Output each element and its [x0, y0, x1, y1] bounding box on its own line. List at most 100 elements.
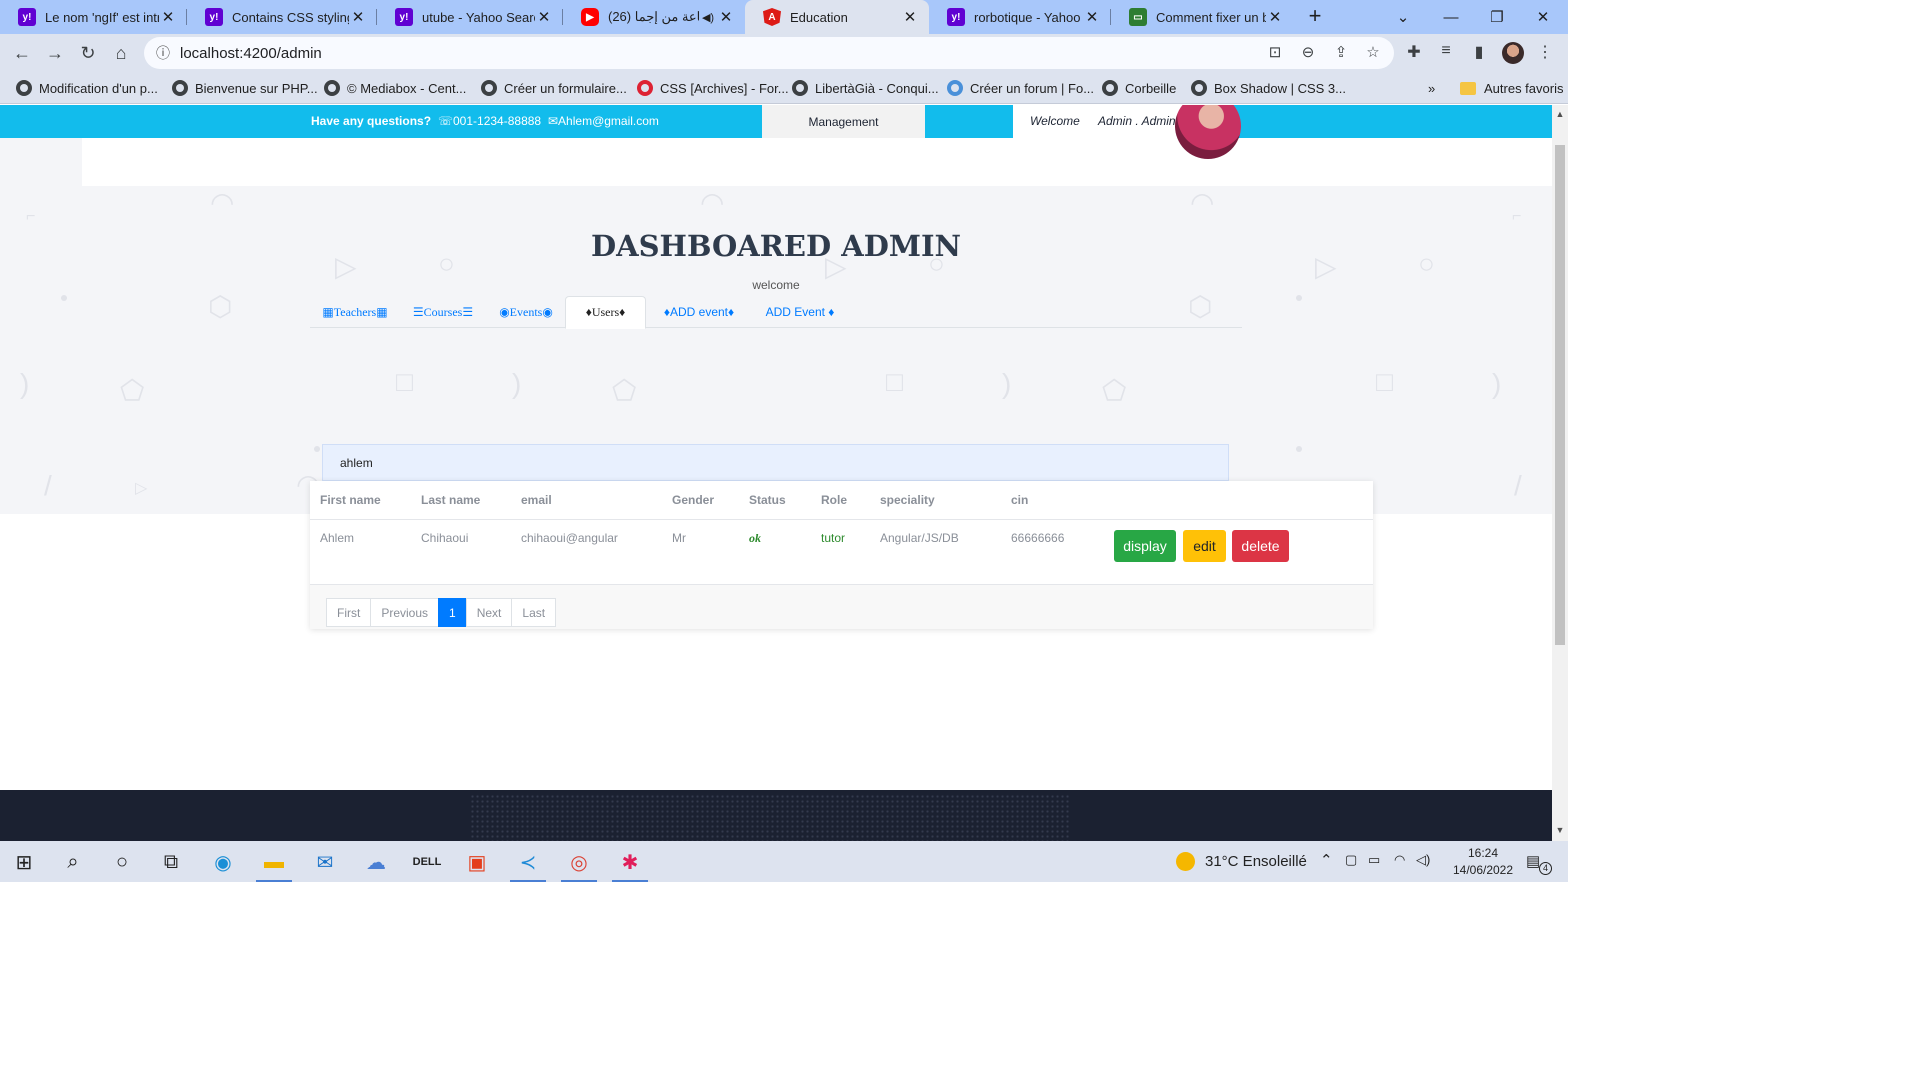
chrome-icon[interactable]: ◎ — [561, 847, 597, 882]
bookmark-item[interactable]: Bienvenue sur PHP... — [172, 78, 318, 98]
tray-chevron-icon[interactable]: ⌃ — [1320, 851, 1333, 869]
close-window-button[interactable]: ✕ — [1520, 0, 1566, 34]
top-info-bar: Have any questions? ☏001-1234-88888 ✉Ahl… — [0, 105, 1552, 159]
page-scrollbar[interactable]: ▲ ▼ — [1552, 105, 1568, 841]
onedrive-icon[interactable]: ☁ — [358, 847, 394, 877]
browser-tab-active[interactable]: A Education ✕ — [745, 0, 929, 34]
meet-now-icon[interactable]: ▢ — [1345, 852, 1357, 868]
task-view-icon[interactable]: ⧉ — [153, 847, 189, 877]
site-info-icon[interactable]: ⓘ — [146, 43, 180, 63]
dell-icon[interactable]: DELL — [409, 847, 445, 877]
tab-search-icon[interactable]: ⌄ — [1380, 0, 1426, 34]
browser-tab[interactable]: y! utube - Yahoo Search ✕ — [377, 0, 563, 34]
cell-last-name: Chihaoui — [421, 531, 469, 545]
triangle-decoration: ▷ — [135, 480, 148, 497]
close-tab-icon[interactable]: ✕ — [535, 8, 553, 26]
scroll-thumb[interactable] — [1555, 145, 1565, 645]
scroll-up-icon[interactable]: ▲ — [1552, 109, 1568, 123]
bookmark-item[interactable]: LibertàGià - Conqui... — [792, 78, 939, 98]
maximize-button[interactable]: ❐ — [1474, 0, 1520, 34]
translate-icon[interactable]: ⊡ — [1264, 43, 1286, 63]
slack-icon[interactable]: ✱ — [612, 847, 648, 882]
vscode-icon[interactable]: ≺ — [510, 847, 546, 882]
url-text[interactable]: localhost:4200/admin — [180, 45, 322, 62]
menu-icon[interactable]: ⋮ — [1533, 42, 1557, 64]
back-icon[interactable]: ← — [8, 39, 36, 67]
bookmark-item[interactable]: Box Shadow | CSS 3... — [1191, 78, 1346, 98]
welcome-label: Welcome — [1030, 114, 1080, 128]
page-last-button[interactable]: Last — [511, 598, 557, 627]
browser-tab[interactable]: y! Le nom 'ngIf' est intro ✕ — [0, 0, 187, 34]
close-tab-icon[interactable]: ✕ — [901, 8, 919, 26]
tab-users[interactable]: ♦Users♦ — [565, 296, 646, 329]
page-current-button[interactable]: 1 — [438, 598, 467, 627]
windows-start-icon[interactable]: ⊞ — [6, 847, 42, 877]
share-icon[interactable]: ⇪ — [1330, 43, 1352, 63]
bookmark-item[interactable]: Créer un formulaire... — [481, 78, 627, 98]
office-icon[interactable]: ▣ — [459, 847, 495, 877]
management-link[interactable]: Management — [762, 105, 925, 138]
extensions-icon[interactable]: ✚ — [1402, 42, 1426, 64]
dot-decoration — [61, 295, 67, 301]
close-tab-icon[interactable]: ✕ — [159, 8, 177, 26]
page-previous-button[interactable]: Previous — [370, 598, 440, 627]
bookmark-item[interactable]: Corbeille — [1102, 78, 1176, 98]
battery-icon[interactable]: ▭ — [1368, 852, 1380, 868]
wifi-icon[interactable]: ◠ — [1394, 852, 1405, 868]
scroll-down-icon[interactable]: ▼ — [1552, 825, 1568, 839]
page-next-button[interactable]: Next — [465, 598, 513, 627]
tab-events[interactable]: ◉Events◉ — [498, 296, 554, 328]
volume-icon[interactable]: ◁) — [1416, 852, 1430, 868]
header-strip — [82, 138, 1552, 186]
close-tab-icon[interactable]: ✕ — [349, 8, 367, 26]
close-tab-icon[interactable]: ✕ — [1083, 8, 1101, 26]
cell-gender: Mr — [672, 531, 686, 545]
file-explorer-icon[interactable]: ▬ — [256, 847, 292, 882]
bookmark-item[interactable]: Modification d'un p... — [16, 78, 158, 98]
close-tab-icon[interactable]: ✕ — [717, 8, 735, 26]
browser-tab[interactable]: y! rorbotique - Yahoo Se ✕ — [929, 0, 1111, 34]
cell-first-name: Ahlem — [320, 531, 355, 545]
other-bookmarks-folder[interactable]: Autres favoris — [1460, 78, 1563, 98]
browser-tab[interactable]: ▭ Comment fixer un bloc ✕ — [1111, 0, 1294, 34]
close-tab-icon[interactable]: ✕ — [1266, 8, 1284, 26]
bookmark-star-icon[interactable]: ☆ — [1362, 43, 1384, 63]
minimize-button[interactable]: — — [1428, 0, 1474, 34]
delete-button[interactable]: delete — [1232, 530, 1289, 562]
tab-add-event[interactable]: ♦ADD event♦ — [658, 296, 740, 328]
email-link[interactable]: ✉Ahlem@gmail.com — [548, 114, 659, 128]
search-input[interactable]: ahlem — [322, 444, 1229, 481]
home-icon[interactable]: ⌂ — [107, 39, 135, 67]
bookmark-item[interactable]: Créer un forum | Fo... — [947, 78, 1094, 98]
display-button[interactable]: display — [1114, 530, 1176, 562]
forward-icon[interactable]: → — [41, 39, 69, 67]
page-first-button[interactable]: First — [326, 598, 372, 627]
speaker-icon[interactable]: ◀) — [699, 11, 717, 24]
reload-icon[interactable]: ↻ — [74, 39, 102, 67]
reading-list-icon[interactable]: ≡ — [1434, 42, 1458, 64]
side-panel-icon[interactable]: ▮ — [1467, 42, 1491, 64]
edge-icon[interactable]: ◉ — [205, 847, 241, 877]
weather-text[interactable]: 31°C Ensoleillé — [1205, 853, 1307, 870]
bookmark-item[interactable]: © Mediabox - Cent... — [324, 78, 466, 98]
mail-icon[interactable]: ✉ — [307, 847, 343, 877]
phone-link[interactable]: ☏001-1234-88888 — [438, 114, 541, 128]
new-tab-button[interactable]: + — [1302, 4, 1328, 30]
browser-tab[interactable]: y! Contains CSS styling c ✕ — [187, 0, 377, 34]
more-bookmarks-button[interactable]: » — [1428, 78, 1435, 98]
address-bar[interactable]: ⓘ localhost:4200/admin ⊡ ⊖ ⇪ ☆ — [144, 37, 1394, 69]
profile-avatar[interactable] — [1502, 42, 1524, 64]
tab-teachers[interactable]: ▦Teachers▦ — [322, 296, 388, 328]
edit-button[interactable]: edit — [1183, 530, 1226, 562]
system-clock[interactable]: 16:24 14/06/2022 — [1440, 845, 1526, 879]
bracket-decoration: ) — [1492, 368, 1502, 399]
search-icon[interactable]: ⌕ — [55, 847, 91, 877]
zoom-icon[interactable]: ⊖ — [1297, 43, 1319, 63]
bookmark-item[interactable]: CSS [Archives] - For... — [637, 78, 789, 98]
tab-add-event-2[interactable]: ADD Event ♦ — [764, 296, 836, 328]
tab-courses[interactable]: ☰Courses☰ — [412, 296, 474, 328]
browser-tab[interactable]: ▶ (26) ساعة من إجما ◀) ✕ — [563, 0, 745, 34]
cortana-icon[interactable]: ○ — [104, 847, 140, 877]
welcome-box: Welcome Admin . Admin — [1013, 105, 1183, 138]
pagination: First Previous 1 Next Last — [326, 598, 557, 627]
